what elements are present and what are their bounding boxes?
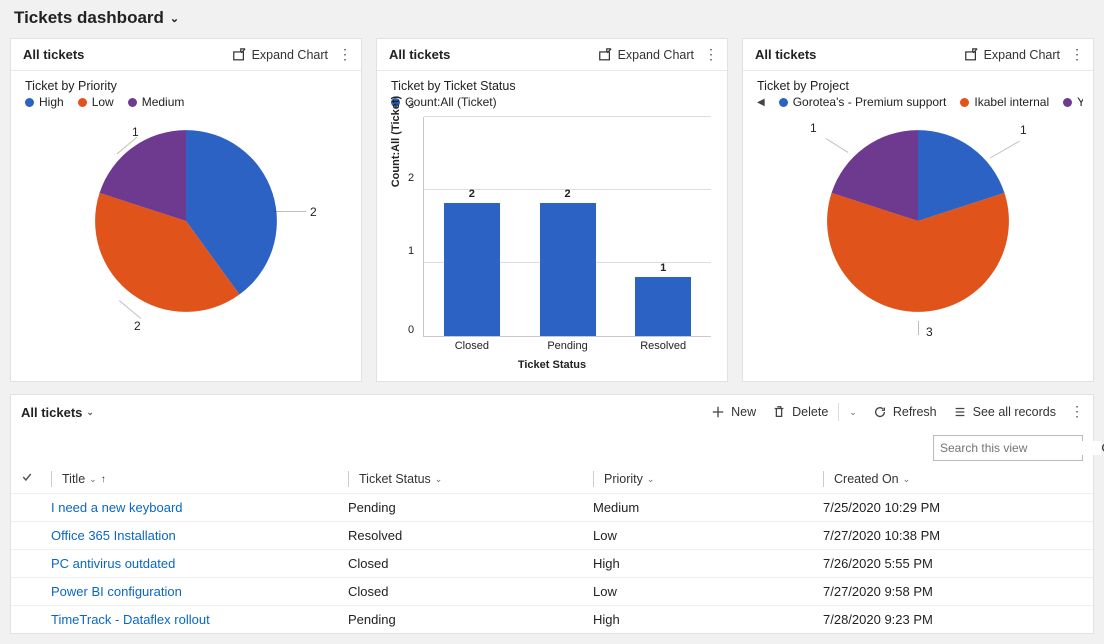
y-axis-label: Count:All (Ticket): [390, 95, 402, 186]
dashboard-title: Tickets dashboard: [14, 8, 164, 28]
see-all-records-button[interactable]: See all records: [945, 401, 1064, 423]
chart-subtitle: Ticket by Ticket Status: [391, 79, 717, 93]
refresh-button[interactable]: Refresh: [865, 401, 945, 423]
ticket-title-link[interactable]: Office 365 Installation: [51, 528, 348, 543]
chart-panel-status: All tickets Expand Chart Ticket by Ticke…: [376, 38, 728, 382]
expand-icon: [964, 48, 978, 62]
tickets-grid-panel: All tickets ⌄ New Delete ⌄ Refresh See a…: [10, 394, 1094, 634]
chart-subtitle: Ticket by Project: [757, 79, 1083, 93]
ticket-title-link[interactable]: Power BI configuration: [51, 584, 348, 599]
ticket-status: Pending: [348, 612, 593, 627]
pie-label: 3: [926, 325, 933, 339]
legend-prev-icon[interactable]: ◀: [757, 97, 765, 108]
ticket-created: 7/27/2020 9:58 PM: [823, 584, 1083, 599]
expand-icon: [598, 48, 612, 62]
chart-legend: High Low Medium: [25, 95, 351, 109]
ticket-priority: Medium: [593, 500, 823, 515]
select-all-checkbox[interactable]: [21, 471, 51, 487]
table-row[interactable]: I need a new keyboardPendingMedium7/25/2…: [11, 493, 1093, 521]
panel-title: All tickets: [755, 47, 964, 62]
more-icon[interactable]: [1070, 409, 1083, 415]
trash-icon: [772, 405, 786, 419]
pie-label: 1: [810, 121, 817, 135]
ticket-priority: High: [593, 612, 823, 627]
expand-chart-button[interactable]: Expand Chart: [964, 48, 1060, 62]
pie-label: 1: [132, 125, 139, 139]
chart-panel-priority: All tickets Expand Chart Ticket by Prior…: [10, 38, 362, 382]
ticket-title-link[interactable]: TimeTrack - Dataflex rollout: [51, 612, 348, 627]
pie-label: 2: [134, 319, 141, 333]
table-row[interactable]: Power BI configurationClosedLow7/27/2020…: [11, 577, 1093, 605]
pie-label: 2: [310, 205, 317, 219]
ticket-status: Closed: [348, 584, 593, 599]
pie-chart-project: 1 3 1: [818, 121, 1018, 321]
search-input[interactable]: [934, 441, 1101, 455]
more-icon[interactable]: [1070, 52, 1083, 58]
ticket-created: 7/26/2020 5:55 PM: [823, 556, 1083, 571]
panel-title: All tickets: [389, 47, 598, 62]
column-header-created[interactable]: Created On⌄: [823, 471, 1083, 487]
column-header-title[interactable]: Title⌄: [51, 471, 348, 487]
chevron-down-icon: ⌄: [170, 12, 179, 25]
table-row[interactable]: PC antivirus outdatedClosedHigh7/26/2020…: [11, 549, 1093, 577]
x-axis-label: Ticket Status: [387, 359, 717, 371]
list-icon: [953, 405, 967, 419]
expand-chart-button[interactable]: Expand Chart: [232, 48, 328, 62]
pie-label: 1: [1020, 123, 1027, 137]
ticket-priority: Low: [593, 584, 823, 599]
column-header-priority[interactable]: Priority⌄: [593, 471, 823, 487]
ticket-created: 7/28/2020 9:23 PM: [823, 612, 1083, 627]
new-button[interactable]: New: [703, 401, 764, 423]
chart-panel-project: All tickets Expand Chart Ticket by Proje…: [742, 38, 1094, 382]
grid-header-row: Title⌄ Ticket Status⌄ Priority⌄ Created …: [11, 467, 1093, 493]
ticket-status: Closed: [348, 556, 593, 571]
column-header-status[interactable]: Ticket Status⌄: [348, 471, 593, 487]
table-row[interactable]: TimeTrack - Dataflex rolloutPendingHigh7…: [11, 605, 1093, 633]
separator: [838, 403, 839, 421]
expand-icon: [232, 48, 246, 62]
ticket-priority: Low: [593, 528, 823, 543]
chart-legend: ◀ Gorotea's - Premium support Ikabel int…: [757, 95, 1083, 109]
table-row[interactable]: Office 365 InstallationResolvedLow7/27/2…: [11, 521, 1093, 549]
dashboard-title-dropdown[interactable]: Tickets dashboard ⌄: [0, 0, 1104, 38]
ticket-status: Resolved: [348, 528, 593, 543]
panel-title: All tickets: [23, 47, 232, 62]
chevron-down-icon: ⌄: [86, 407, 94, 418]
chart-subtitle: Ticket by Priority: [25, 79, 351, 93]
ticket-status: Pending: [348, 500, 593, 515]
bar-chart-status: Count:All (Ticket) 0 1 2 3 2 Closed: [423, 117, 711, 337]
pie-chart-priority: 2 2 1: [86, 121, 286, 321]
more-icon[interactable]: [338, 52, 351, 58]
chevron-down-icon: ⌄: [849, 407, 857, 418]
search-box[interactable]: [933, 435, 1083, 461]
ticket-created: 7/27/2020 10:38 PM: [823, 528, 1083, 543]
refresh-icon: [873, 405, 887, 419]
plus-icon: [711, 405, 725, 419]
ticket-created: 7/25/2020 10:29 PM: [823, 500, 1083, 515]
chart-legend: Count:All (Ticket): [391, 95, 717, 109]
ticket-title-link[interactable]: I need a new keyboard: [51, 500, 348, 515]
ticket-priority: High: [593, 556, 823, 571]
grid-view-selector[interactable]: All tickets ⌄: [21, 405, 703, 420]
more-icon[interactable]: [704, 52, 717, 58]
delete-split-button[interactable]: ⌄: [841, 403, 865, 422]
expand-chart-button[interactable]: Expand Chart: [598, 48, 694, 62]
delete-button[interactable]: Delete: [764, 401, 836, 423]
ticket-title-link[interactable]: PC antivirus outdated: [51, 556, 348, 571]
